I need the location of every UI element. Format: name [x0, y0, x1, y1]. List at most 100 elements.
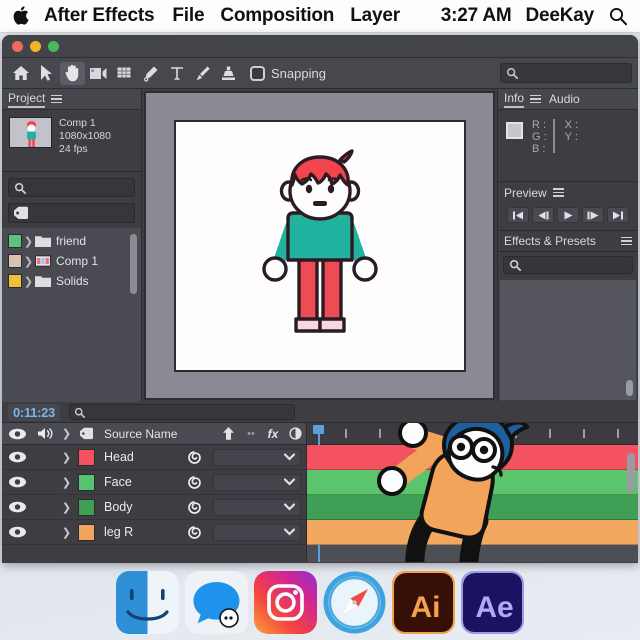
parent-pickwhip-icon[interactable]: [175, 449, 213, 466]
parent-select[interactable]: [213, 498, 301, 516]
info-coord-x: X :: [564, 119, 579, 131]
effects-search-input[interactable]: [503, 256, 633, 274]
timeline-ruler[interactable]: [307, 423, 638, 562]
layer-disclosure-icon[interactable]: ❯: [59, 501, 74, 514]
layer-bar-body[interactable]: [307, 495, 638, 520]
layer-name[interactable]: Head: [98, 450, 175, 464]
hand-icon[interactable]: [60, 61, 85, 85]
timeline-search-input[interactable]: [69, 404, 295, 420]
layer-bar-face[interactable]: [307, 470, 638, 495]
safari-icon[interactable]: [323, 571, 386, 634]
layer-name[interactable]: Face: [98, 475, 175, 489]
after-effects-icon[interactable]: Ae: [461, 571, 524, 634]
search-icon[interactable]: [608, 6, 628, 26]
clone-stamp-icon[interactable]: [216, 62, 241, 85]
timeline-topbar: 0:11:23: [2, 402, 638, 423]
tab-info[interactable]: Info: [504, 91, 525, 108]
project-item-comp-1[interactable]: ❯ Comp 1: [2, 251, 141, 271]
finder-icon[interactable]: [116, 571, 179, 634]
layer-disclosure-icon[interactable]: ❯: [59, 451, 74, 464]
panel-menu-icon[interactable]: [51, 93, 63, 106]
project-search-input[interactable]: [8, 178, 135, 197]
pen-icon[interactable]: [138, 62, 163, 85]
panel-menu-icon[interactable]: [530, 93, 542, 106]
grid-rect-icon[interactable]: [112, 62, 137, 85]
layer-visibility-toggle[interactable]: [2, 501, 32, 513]
layer-disclosure-icon[interactable]: ❯: [59, 476, 74, 489]
layer-color-swatch[interactable]: [74, 498, 98, 516]
project-item-solids[interactable]: ❯ Solids: [2, 271, 141, 291]
tab-audio[interactable]: Audio: [549, 92, 580, 106]
layer-visibility-toggle[interactable]: [2, 476, 32, 488]
menu-item-layer[interactable]: Layer: [350, 5, 400, 27]
minimize-button[interactable]: [30, 40, 41, 52]
parent-select[interactable]: [213, 473, 301, 491]
illustrator-icon[interactable]: Ai: [392, 571, 455, 634]
project-item-friend[interactable]: ❯ friend: [2, 231, 141, 251]
snapping-checkbox[interactable]: [250, 65, 265, 81]
panel-menu-icon[interactable]: [552, 186, 564, 199]
layer-disclosure-icon[interactable]: ❯: [59, 526, 74, 539]
disclosure-triangle-icon[interactable]: ❯: [22, 275, 35, 288]
zoom-button[interactable]: [48, 40, 59, 52]
menu-bar-user[interactable]: DeeKay: [525, 5, 594, 27]
parent-select[interactable]: [213, 523, 301, 541]
visibility-icon[interactable]: [2, 423, 32, 445]
timeline-track-area[interactable]: [307, 423, 638, 562]
project-comp-summary[interactable]: Comp 1 1080x1080 24 fps: [2, 110, 141, 172]
menu-item-file[interactable]: File: [172, 5, 204, 27]
play-button[interactable]: [557, 207, 579, 223]
disclosure-triangle-icon[interactable]: ❯: [22, 255, 35, 268]
layer-name[interactable]: Body: [98, 500, 175, 514]
table-row[interactable]: ❯ Head: [2, 445, 306, 470]
layer-color-swatch[interactable]: [74, 473, 98, 491]
menu-item-after-effects[interactable]: After Effects: [44, 5, 155, 27]
parent-pickwhip-icon[interactable]: [175, 474, 213, 491]
table-row[interactable]: ❯ leg R: [2, 520, 306, 545]
apple-logo-icon[interactable]: [10, 4, 30, 28]
close-button[interactable]: [12, 40, 23, 52]
messages-icon[interactable]: [185, 571, 248, 634]
solo-icon[interactable]: ❯: [59, 423, 74, 445]
instagram-icon[interactable]: [254, 571, 317, 634]
playhead[interactable]: [313, 425, 324, 562]
composition-canvas[interactable]: [173, 119, 466, 372]
layer-color-swatch[interactable]: [74, 523, 98, 541]
table-row[interactable]: ❯ Face: [2, 470, 306, 495]
column-source-name[interactable]: Source Name: [98, 427, 216, 441]
timeline-scrollbar[interactable]: [627, 453, 635, 493]
parent-pickwhip-icon[interactable]: [175, 524, 213, 541]
home-icon[interactable]: [8, 62, 33, 85]
toolbar-search-input[interactable]: [500, 63, 632, 83]
zoom-camera-icon[interactable]: [86, 62, 111, 85]
layer-visibility-toggle[interactable]: [2, 451, 32, 463]
menu-item-composition[interactable]: Composition: [220, 5, 334, 27]
current-timecode[interactable]: 0:11:23: [8, 403, 60, 421]
brush-icon[interactable]: [190, 62, 215, 85]
parent-pickwhip-icon[interactable]: [175, 499, 213, 516]
panel-menu-icon[interactable]: [621, 235, 632, 248]
tab-project[interactable]: Project: [8, 91, 46, 108]
layer-bar-head[interactable]: [307, 445, 638, 470]
project-scrollbar[interactable]: [130, 234, 137, 294]
composition-stage[interactable]: [144, 91, 495, 400]
layer-bar-leg-r[interactable]: [307, 520, 638, 545]
last-frame-button[interactable]: [607, 207, 629, 223]
audio-icon[interactable]: [32, 423, 59, 445]
parent-select[interactable]: [213, 448, 301, 466]
lock-icon[interactable]: [74, 423, 98, 445]
selection-arrow-icon[interactable]: [34, 62, 59, 85]
previous-frame-button[interactable]: [532, 207, 554, 223]
project-tag-row[interactable]: [8, 203, 135, 223]
next-frame-button[interactable]: [582, 207, 604, 223]
disclosure-triangle-icon[interactable]: ❯: [22, 235, 35, 248]
effects-scrollbar[interactable]: [626, 380, 633, 396]
layer-visibility-toggle[interactable]: [2, 526, 32, 538]
table-row[interactable]: ❯ Body: [2, 495, 306, 520]
search-icon: [509, 259, 521, 271]
text-icon[interactable]: [164, 62, 189, 85]
first-frame-button[interactable]: [507, 207, 529, 223]
layer-color-swatch[interactable]: [74, 448, 98, 466]
effects-list[interactable]: [500, 280, 636, 400]
layer-name[interactable]: leg R: [98, 525, 175, 539]
